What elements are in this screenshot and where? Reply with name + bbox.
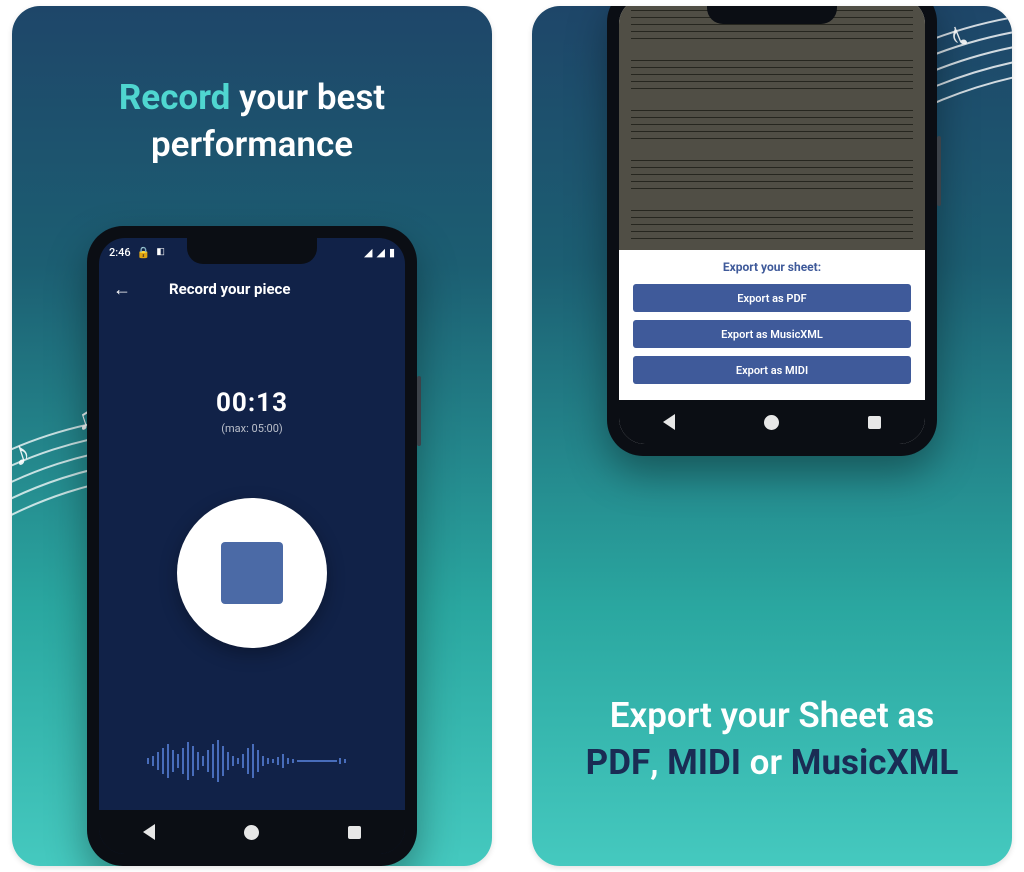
headline-accent-pdf: PDF [586,742,651,783]
headline-sep: , [650,742,667,783]
recording-timer: 00:13 (max: 05:00) [99,388,405,435]
svg-text:♪: ♪ [942,12,974,58]
app-bar-title: Record your piece [169,280,290,298]
nav-home-icon[interactable] [244,825,259,840]
phone-mockup-record: 2:46 🔒 ◧ ◢ ◢ ▮ ← Record your piece 00:13… [87,226,417,866]
waveform-preview-icon [147,738,357,784]
export-midi-button[interactable]: Export as MIDI [633,356,911,384]
stop-icon [221,542,283,604]
signal-icon: ◢ [364,246,372,259]
stop-recording-button[interactable] [177,498,327,648]
headline-export-line1: Export your Sheet as [610,695,934,736]
phone-notch [707,6,837,24]
headline-text-line1: your best [230,77,385,118]
lock-icon: 🔒 [137,246,151,259]
headline-accent-musicxml: MusicXML [791,742,959,783]
headline-text-line2: performance [151,124,353,165]
export-pdf-button[interactable]: Export as PDF [633,284,911,312]
nav-back-icon[interactable] [663,414,675,430]
export-drawer: Export your sheet: Export as PDF Export … [619,250,925,400]
export-drawer-title: Export your sheet: [723,260,821,274]
nav-back-icon[interactable] [143,824,155,840]
back-arrow-icon[interactable]: ← [113,279,131,300]
android-nav-bar [619,400,925,444]
headline-export: Export your Sheet as PDF, MIDI or MusicX… [532,692,1012,787]
phone-screen-export: Export your sheet: Export as PDF Export … [619,6,925,444]
phone-screen-record: 2:46 🔒 ◧ ◢ ◢ ▮ ← Record your piece 00:13… [99,238,405,854]
headline-accent-midi: MIDI [667,742,741,783]
sheet-music-preview [619,6,925,274]
promo-card-record: 𝄞 ♪ ♫ ♪ ♩ Record your best performance 2… [12,6,492,866]
status-time: 2:46 [109,246,131,259]
timer-value: 00:13 [99,388,405,418]
phone-notch [187,238,317,264]
phone-mockup-export: Export your sheet: Export as PDF Export … [607,6,937,456]
headline-record: Record your best performance [12,74,492,169]
export-musicxml-button[interactable]: Export as MusicXML [633,320,911,348]
nav-recent-icon[interactable] [348,826,361,839]
headline-sep: or [741,742,791,783]
headline-accent-word: Record [119,77,231,118]
android-nav-bar [99,810,405,854]
timer-max-label: (max: 05:00) [99,422,405,435]
nav-home-icon[interactable] [764,415,779,430]
app-bar: ← Record your piece [99,266,405,312]
nav-recent-icon[interactable] [868,416,881,429]
battery-icon: ▮ [389,246,395,259]
svg-text:♪: ♪ [12,432,36,475]
promo-card-export: 𝄞 ♪ ♫ ♪ ♩ Export your sheet: Export as P… [532,6,1012,866]
status-indicator-icon: ◧ [156,247,165,257]
signal-icon: ◢ [376,246,384,259]
